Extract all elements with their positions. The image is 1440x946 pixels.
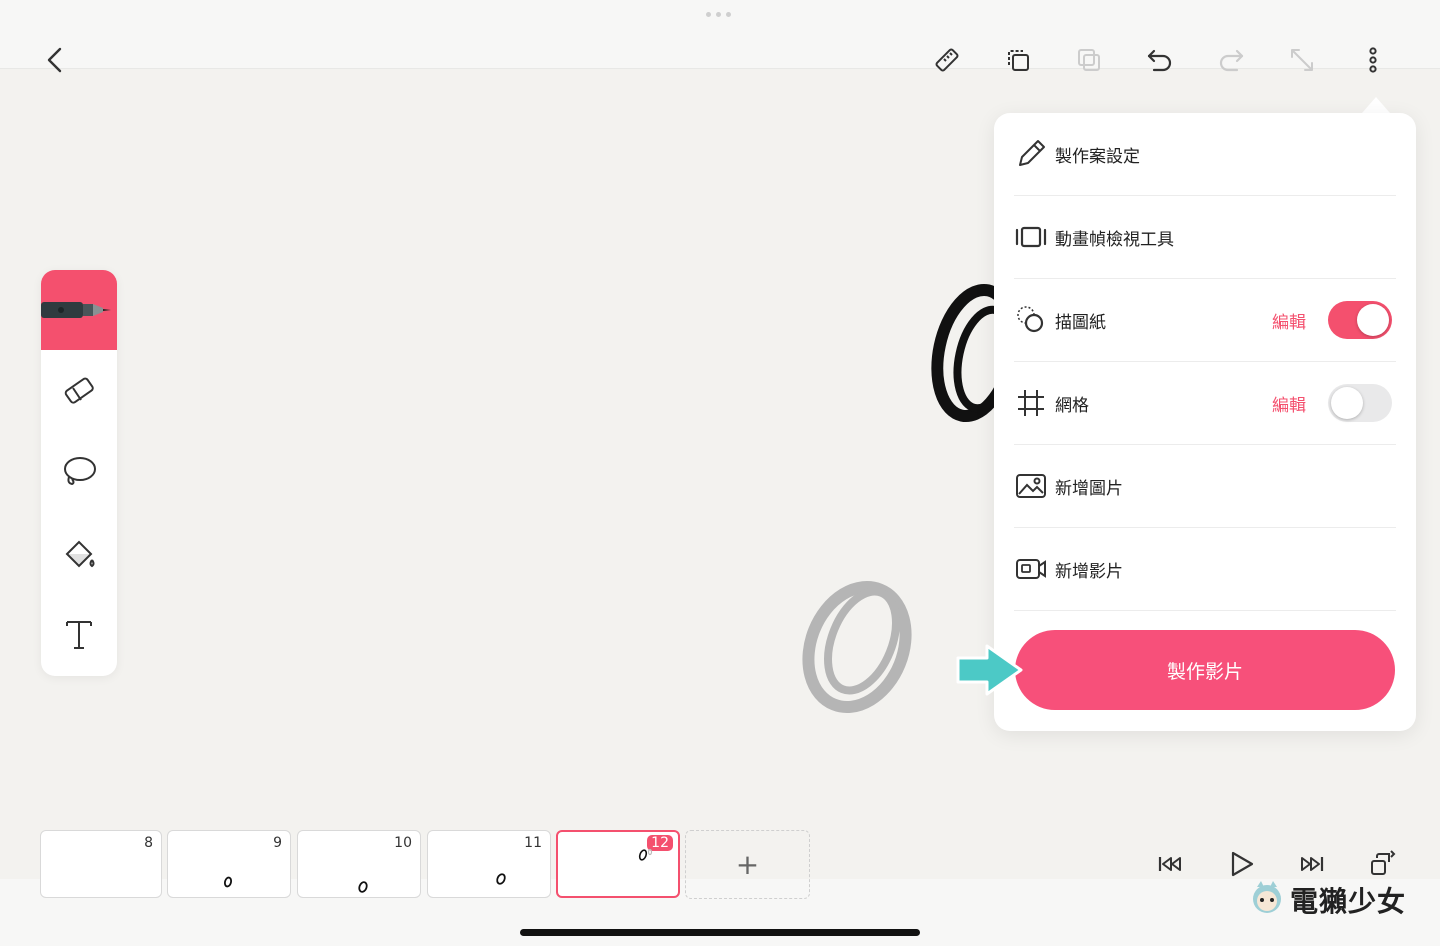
make-video-button[interactable]: 製作影片	[1015, 630, 1395, 710]
timeline-frame-active[interactable]: 12	[556, 830, 680, 898]
frame-number: 9	[273, 835, 282, 851]
tool-text[interactable]	[41, 594, 117, 674]
menu-item-onion-skin[interactable]: 描圖紙 編輯	[1014, 279, 1396, 362]
toggle-knob	[1357, 304, 1389, 336]
frame-number: 11	[524, 835, 542, 851]
menu-item-label: 網格	[1055, 396, 1089, 416]
onion-skin-ellipse	[802, 580, 912, 714]
annotation-arrow-icon	[956, 644, 1023, 696]
timeline-frame[interactable]: 10	[297, 830, 421, 898]
more-options-menu: 製作案設定 動畫幀檢視工具 描圖紙 編輯 網格 編輯 新增圖片 新增影片 製作影…	[994, 113, 1416, 731]
watermark-mascot-icon	[1253, 881, 1281, 913]
menu-item-grid[interactable]: 網格 編輯	[1014, 362, 1396, 445]
fill-bucket-icon	[65, 540, 95, 568]
timeline-frame[interactable]: 8	[40, 830, 162, 898]
menu-item-label: 動畫幀檢視工具	[1055, 230, 1174, 250]
skip-to-end-icon[interactable]	[1294, 846, 1330, 882]
frame-number: 8	[144, 835, 153, 851]
pen-icon	[41, 302, 111, 318]
tool-fill-bucket[interactable]	[41, 514, 117, 594]
menu-item-label: 新增影片	[1055, 562, 1123, 582]
grid-edit-link[interactable]: 編輯	[1272, 391, 1306, 416]
onion-skin-icon	[1014, 303, 1048, 337]
onion-skin-toggle[interactable]	[1328, 301, 1392, 339]
eraser-icon	[64, 377, 94, 404]
menu-caret	[1362, 97, 1390, 113]
add-frame-button[interactable]: +	[685, 830, 810, 899]
window-grabber[interactable]	[706, 12, 731, 17]
menu-item-add-image[interactable]: 新增圖片	[1014, 445, 1396, 528]
tool-lasso[interactable]	[41, 432, 117, 512]
timeline-frame[interactable]: 9	[167, 830, 291, 898]
frame-viewer-icon	[1014, 220, 1048, 254]
timeline-frame[interactable]: 11	[427, 830, 551, 898]
tool-pen[interactable]	[41, 270, 117, 350]
grid-toggle[interactable]	[1328, 384, 1392, 422]
add-video-icon	[1014, 552, 1048, 586]
watermark-text: 電獺少女	[1290, 885, 1407, 918]
onion-skin-edit-link[interactable]: 編輯	[1272, 308, 1306, 333]
menu-item-project-settings[interactable]: 製作案設定	[1014, 113, 1396, 196]
tool-palette	[41, 270, 117, 676]
menu-item-label: 製作案設定	[1055, 147, 1140, 167]
lasso-icon	[64, 457, 96, 486]
text-icon	[66, 621, 92, 649]
menu-item-frame-viewer[interactable]: 動畫幀檢視工具	[1014, 196, 1396, 279]
add-image-icon	[1014, 469, 1048, 503]
home-indicator[interactable]	[520, 929, 920, 936]
play-icon[interactable]	[1223, 846, 1259, 882]
grid-icon	[1014, 386, 1048, 420]
pencil-icon	[1014, 137, 1048, 171]
loop-frames-icon[interactable]	[1365, 846, 1401, 882]
menu-item-label: 描圖紙	[1055, 313, 1106, 333]
menu-item-label: 新增圖片	[1055, 479, 1123, 499]
tool-eraser[interactable]	[41, 352, 117, 432]
toggle-knob	[1331, 387, 1363, 419]
frame-number: 10	[394, 835, 412, 851]
skip-to-start-icon[interactable]	[1152, 846, 1188, 882]
menu-item-add-video[interactable]: 新增影片	[1014, 528, 1396, 611]
